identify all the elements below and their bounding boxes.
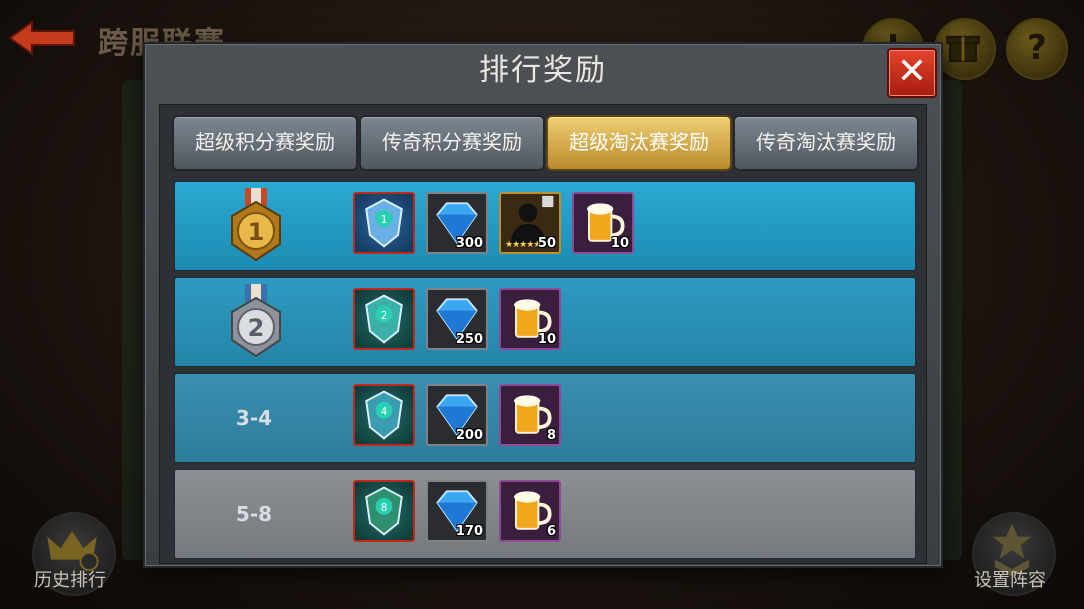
item-quantity: 6 xyxy=(546,524,556,539)
item-quantity: 8 xyxy=(546,428,556,443)
set-lineup-label: 设置阵容 xyxy=(974,570,1046,591)
reward-row-rank-5-8: 5-8 8 170 6 xyxy=(174,469,916,559)
diamond-icon[interactable]: 300 xyxy=(426,192,488,254)
beer-mug-icon[interactable]: 10 xyxy=(499,288,561,350)
teal-shield-badge-icon[interactable]: 2 xyxy=(353,288,415,350)
diamond-icon[interactable]: 200 xyxy=(426,384,488,446)
hero-silhouette-card-icon[interactable]: ★★★★★ 50 xyxy=(499,192,561,254)
reward-row-rank-2: 2 2 250 10 xyxy=(174,277,916,367)
reward-row-rank-3-4: 3-4 4 200 8 xyxy=(174,373,916,463)
item-quantity: 300 xyxy=(455,236,483,251)
tab-legend-points-rewards[interactable]: 传奇积分赛奖励 xyxy=(359,115,545,171)
reward-tabs: 超级积分赛奖励 传奇积分赛奖励 超级淘汰赛奖励 传奇淘汰赛奖励 xyxy=(172,115,919,173)
teal-shield-badge-icon[interactable]: 4 xyxy=(353,384,415,446)
item-quantity: 10 xyxy=(537,332,556,347)
silver-medal-icon: 2 xyxy=(231,284,281,358)
item-quantity: 10 xyxy=(610,236,629,251)
green-shield-badge-icon[interactable]: 8 xyxy=(353,480,415,542)
diamond-icon[interactable]: 250 xyxy=(426,288,488,350)
medal-rank-number: 2 xyxy=(248,314,265,342)
medal-rank-number: 1 xyxy=(248,218,265,246)
item-quantity: 170 xyxy=(455,524,483,539)
rank-cell: 1 xyxy=(195,182,313,270)
item-quantity: 50 xyxy=(537,236,556,251)
beer-mug-icon[interactable]: 6 xyxy=(499,480,561,542)
diamond-icon[interactable]: 170 xyxy=(426,480,488,542)
rank-cell: 5-8 xyxy=(195,470,313,558)
star-rating: ★★★★★ xyxy=(505,240,541,250)
history-ranking-label: 历史排行 xyxy=(34,570,106,591)
rank-label: 5-8 xyxy=(235,502,273,526)
close-button[interactable]: ✕ xyxy=(887,48,937,98)
ranking-rewards-dialog: 排行奖励 ✕ 超级积分赛奖励 传奇积分赛奖励 超级淘汰赛奖励 传奇淘汰赛奖励 1 xyxy=(143,42,943,568)
rank-cell: 2 xyxy=(195,278,313,366)
svg-text:2: 2 xyxy=(381,310,388,322)
beer-mug-icon[interactable]: 10 xyxy=(572,192,634,254)
back-arrow-icon[interactable] xyxy=(8,18,78,58)
svg-text:1: 1 xyxy=(381,214,388,226)
rank-label: 3-4 xyxy=(235,406,273,430)
item-quantity: 250 xyxy=(455,332,483,347)
tab-super-knockout-rewards[interactable]: 超级淘汰赛奖励 xyxy=(546,115,732,171)
gift-icon[interactable] xyxy=(934,18,996,80)
rank-cell: 3-4 xyxy=(195,374,313,462)
dialog-title: 排行奖励 xyxy=(479,53,607,88)
rewards-panel: 超级积分赛奖励 传奇积分赛奖励 超级淘汰赛奖励 传奇淘汰赛奖励 1 1 300 … xyxy=(159,104,927,564)
reward-row-rank-1: 1 1 300 ★★★★★ 50 10 xyxy=(174,181,916,271)
help-button[interactable]: ? xyxy=(1006,18,1068,80)
beer-mug-icon[interactable]: 8 xyxy=(499,384,561,446)
tab-super-points-rewards[interactable]: 超级积分赛奖励 xyxy=(172,115,358,171)
gold-medal-icon: 1 xyxy=(231,188,281,262)
blue-shield-badge-icon[interactable]: 1 xyxy=(353,192,415,254)
svg-text:8: 8 xyxy=(381,502,388,514)
tab-legend-knockout-rewards[interactable]: 传奇淘汰赛奖励 xyxy=(733,115,919,171)
item-quantity: 200 xyxy=(455,428,483,443)
svg-text:4: 4 xyxy=(381,406,388,418)
